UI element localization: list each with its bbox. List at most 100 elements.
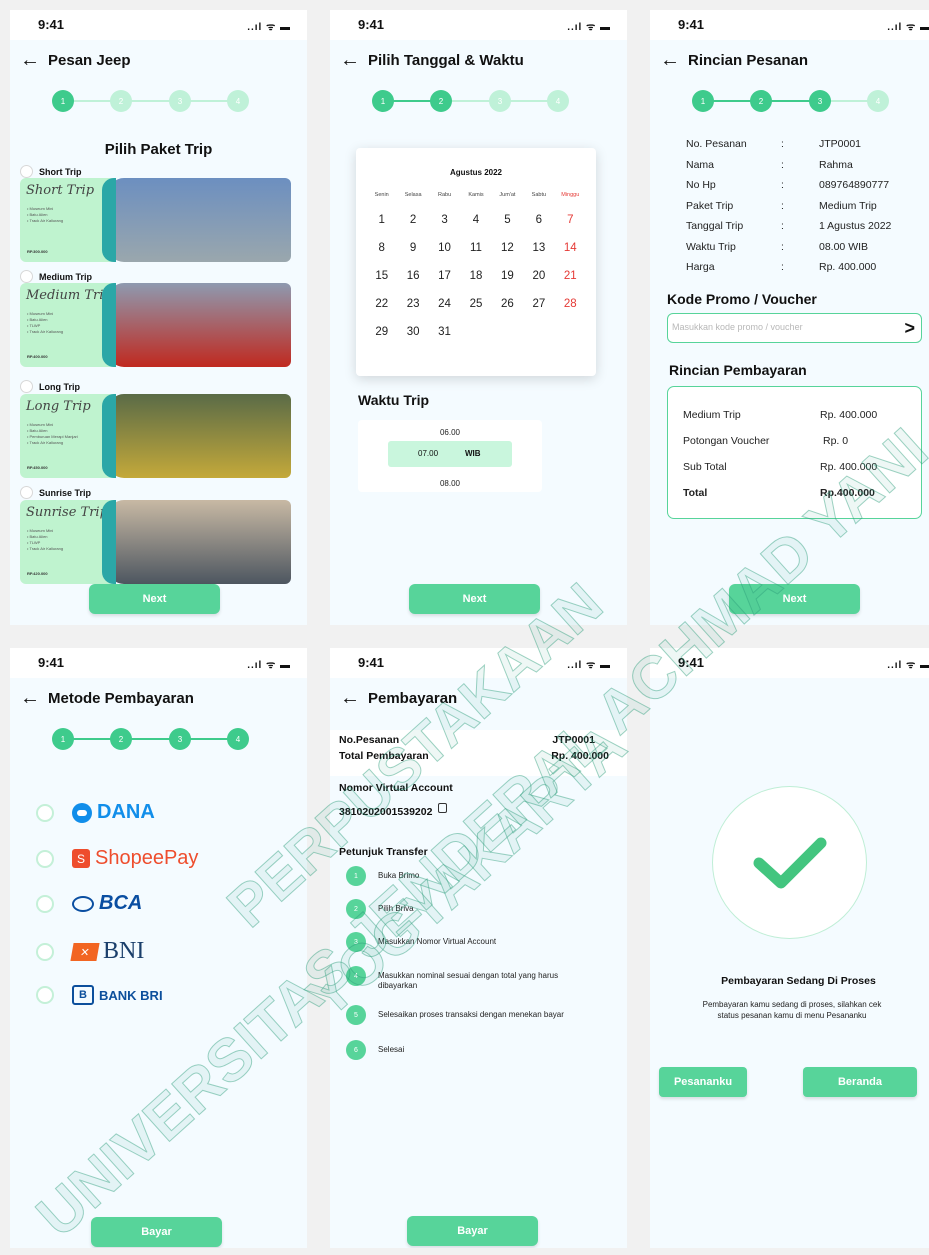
calendar-day[interactable]: 2 [397, 214, 428, 226]
calendar-day[interactable]: 29 [366, 326, 397, 338]
package-card[interactable]: Short Trip • Museum Mini • Batu Alien • Tra… [20, 178, 291, 262]
pesananku-button[interactable]: Pesananku [659, 1067, 747, 1097]
calendar-day[interactable]: 26 [492, 298, 523, 310]
card-accent-bar [102, 283, 116, 367]
calendar-day[interactable]: 22 [366, 298, 397, 310]
package-card[interactable]: Medium Trip • Museum Mini • Batu Alien • TL… [20, 283, 291, 367]
calendar-day[interactable]: 31 [429, 326, 460, 338]
order-label: No.Pesanan [339, 734, 400, 746]
page-header: ← Pilih Tanggal & Waktu [340, 50, 524, 70]
radio-button[interactable] [36, 986, 54, 1004]
signal-wifi-battery-icon: ..ıl ᯤ ▬ [887, 660, 929, 671]
promo-input[interactable]: Masukkan kode promo / voucher > [667, 313, 922, 343]
bayar-button[interactable]: Bayar [407, 1216, 538, 1246]
calendar-day[interactable]: 9 [397, 242, 428, 254]
chevron-right-icon[interactable]: > [904, 318, 915, 339]
payment-option-bni[interactable]: ✕ BNI [36, 938, 144, 965]
calendar-day[interactable]: 23 [397, 298, 428, 310]
calendar-day[interactable]: 30 [397, 326, 428, 338]
radio-button[interactable] [36, 849, 54, 868]
step-3: 3 [169, 90, 191, 112]
back-arrow-icon[interactable]: ← [340, 50, 360, 70]
calendar-day[interactable]: 17 [429, 270, 460, 282]
time-option[interactable]: 06.00 [358, 428, 542, 437]
radio-button[interactable] [20, 486, 33, 499]
radio-button[interactable] [20, 270, 33, 283]
payment-option-bri[interactable]: B BANK BRI [36, 985, 163, 1005]
radio-button[interactable] [36, 942, 54, 961]
weekday-label: Sabtu [531, 192, 547, 198]
next-button[interactable]: Next [729, 584, 860, 614]
back-arrow-icon[interactable]: ← [20, 50, 40, 70]
calendar-day[interactable]: 1 [366, 214, 397, 226]
calendar-day[interactable]: 18 [460, 270, 491, 282]
copy-icon[interactable] [438, 803, 448, 813]
package-card[interactable]: Sunrise Trip • Museum Mini • Batu Alien • T… [20, 500, 291, 584]
next-button[interactable]: Next [89, 584, 220, 614]
radio-button[interactable] [20, 380, 33, 393]
beranda-button[interactable]: Beranda [803, 1067, 917, 1097]
calendar-day[interactable]: 4 [460, 214, 491, 226]
payment-option-shopeepay[interactable]: S ShopeePay [36, 847, 198, 870]
calendar-day[interactable]: 13 [523, 242, 554, 254]
calendar-day[interactable]: 19 [492, 270, 523, 282]
calendar-day[interactable]: 15 [366, 270, 397, 282]
info-separator: : [781, 138, 784, 151]
stepper-line [702, 100, 879, 102]
calendar-month: Agustus 2022 [449, 168, 503, 177]
calendar-day[interactable]: 25 [460, 298, 491, 310]
time-option-selected[interactable]: 07.00 WIB [388, 441, 512, 467]
calendar-day[interactable]: 7 [555, 214, 586, 226]
radio-button[interactable] [36, 803, 54, 822]
calendar-day[interactable]: 3 [429, 214, 460, 226]
package-option[interactable]: Long Trip [20, 380, 80, 393]
radio-button[interactable] [20, 165, 33, 178]
calendar-day[interactable]: 12 [492, 242, 523, 254]
calendar-day[interactable]: 20 [523, 270, 554, 282]
guide-step: 3 Masukkan Nomor Virtual Account [346, 932, 606, 952]
status-description: Pembayaran kamu sedang di proses, silahk… [702, 1000, 882, 1020]
next-button[interactable]: Next [409, 584, 540, 614]
radio-button[interactable] [36, 894, 54, 913]
step-number: 3 [346, 932, 366, 952]
calendar-day[interactable]: 24 [429, 298, 460, 310]
step-2: 2 [750, 90, 772, 112]
calendar-day[interactable]: 10 [429, 242, 460, 254]
progress-stepper: 1 2 3 4 [692, 90, 889, 112]
bni-logo: ✕ BNI [70, 938, 144, 965]
calendar-day[interactable]: 16 [397, 270, 428, 282]
weekday-label: Senin [374, 192, 389, 198]
stepper-line [62, 100, 239, 102]
calendar-day[interactable]: 27 [523, 298, 554, 310]
step-2: 2 [110, 728, 132, 750]
package-option[interactable]: Short Trip [20, 165, 82, 178]
calendar-day[interactable]: 14 [555, 242, 586, 254]
back-arrow-icon[interactable]: ← [660, 50, 680, 70]
package-card[interactable]: Long Trip • Museum Mini • Batu Alien • Pemb… [20, 394, 291, 478]
calendar-day[interactable]: 21 [555, 270, 586, 282]
weekday-label: Minggu [561, 192, 580, 198]
calendar-day[interactable]: 28 [555, 298, 586, 310]
time-picker[interactable]: 06.00 07.00 WIB 08.00 [358, 420, 542, 492]
step-number: 2 [346, 899, 366, 919]
bayar-button[interactable]: Bayar [91, 1217, 222, 1247]
pay-label: Sub Total [683, 461, 727, 473]
payment-option-dana[interactable]: DANA [36, 801, 155, 824]
step-3: 3 [489, 90, 511, 112]
package-option[interactable]: Medium Trip [20, 270, 92, 283]
payment-option-bca[interactable]: BCA [36, 892, 142, 915]
back-arrow-icon[interactable]: ← [340, 688, 360, 708]
calendar-day[interactable]: 6 [523, 214, 554, 226]
shopee-bag-icon: S [72, 849, 90, 868]
time-option[interactable]: 08.00 [358, 479, 542, 488]
calendar-day[interactable]: 5 [492, 214, 523, 226]
pay-row: Sub Total Rp. 400.000 [683, 461, 906, 473]
calendar-day[interactable]: 8 [366, 242, 397, 254]
info-label: Harga [686, 261, 715, 274]
step-1: 1 [52, 728, 74, 750]
info-label: Waktu Trip [686, 240, 736, 253]
back-arrow-icon[interactable]: ← [20, 688, 40, 708]
package-option[interactable]: Sunrise Trip [20, 486, 91, 499]
info-separator: : [781, 158, 784, 171]
calendar-day[interactable]: 11 [460, 242, 491, 254]
